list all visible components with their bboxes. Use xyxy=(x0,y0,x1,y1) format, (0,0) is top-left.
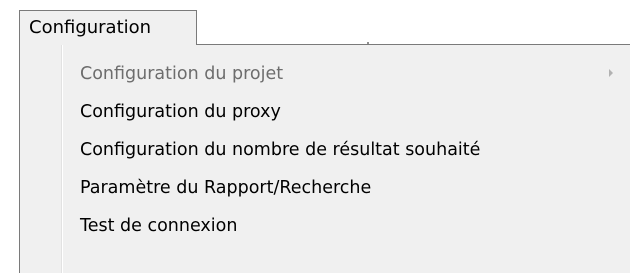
menu-item-label: Test de connexion xyxy=(80,216,238,236)
menu-icon-gutter xyxy=(20,45,63,273)
menu-item-label: Paramètre du Rapport/Recherche xyxy=(80,178,372,198)
menu-item-label: Configuration du proxy xyxy=(80,102,281,122)
chevron-right-icon xyxy=(609,69,613,77)
menu-item-configuration-projet[interactable]: Configuration du projet xyxy=(62,55,630,93)
menu-item-label: Configuration du nombre de résultat souh… xyxy=(80,140,481,160)
menu-item-parametre-rapport[interactable]: Paramètre du Rapport/Recherche xyxy=(62,169,630,207)
menu-item-test-connexion[interactable]: Test de connexion xyxy=(62,207,630,245)
configuration-dropdown: Configuration du projet Configuration du… xyxy=(19,44,630,273)
configuration-menu[interactable]: Configuration xyxy=(19,10,197,45)
menu-item-configuration-proxy[interactable]: Configuration du proxy xyxy=(62,93,630,131)
menu-item-label: Configuration du projet xyxy=(80,64,284,84)
menu-bar: Configuration xyxy=(0,0,630,46)
menu-item-nombre-resultats[interactable]: Configuration du nombre de résultat souh… xyxy=(62,131,630,169)
app-window: Configuration Configuration du projet Co… xyxy=(0,0,630,273)
